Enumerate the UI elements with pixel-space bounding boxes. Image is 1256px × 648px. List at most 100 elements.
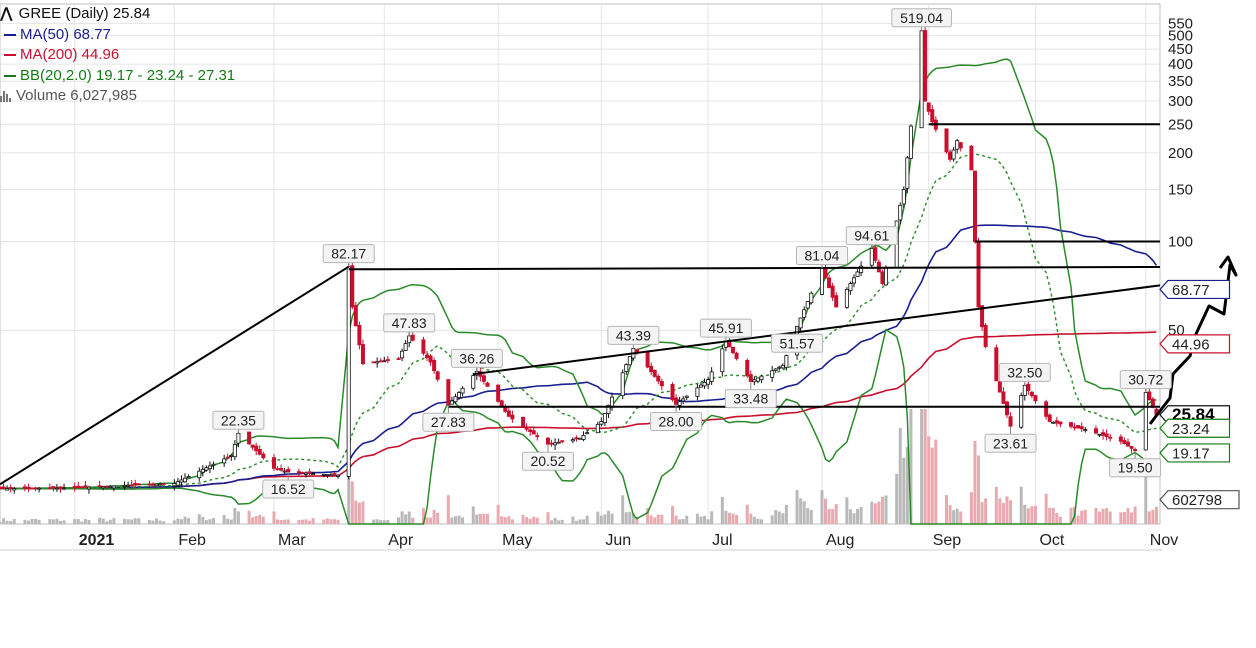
volume-bar: [432, 509, 436, 524]
volume-bar: [703, 515, 707, 524]
candle-body: [1033, 395, 1038, 402]
candle-body: [346, 266, 351, 477]
x-tick-label: Jul: [712, 532, 732, 549]
annotation-label: 45.91: [708, 320, 743, 336]
volume-bar: [0, 521, 2, 524]
candle-body: [72, 486, 77, 489]
volume-bar: [955, 508, 959, 524]
volume-bar: [945, 495, 949, 524]
volume-bar: [1033, 505, 1037, 524]
candle-body: [1022, 384, 1027, 396]
volume-bar: [877, 501, 881, 524]
annotation-label: 23.61: [993, 435, 1028, 451]
candle-body: [12, 488, 17, 491]
volume-bar: [1154, 506, 1158, 524]
volume-bar: [923, 409, 927, 524]
volume-bar: [752, 516, 756, 524]
candle-body: [179, 479, 184, 483]
annotation-label: 30.72: [1128, 372, 1163, 388]
candle-body: [449, 400, 454, 405]
volume-bar: [500, 516, 504, 524]
candle-body: [1143, 392, 1148, 451]
volume-bar: [1058, 516, 1062, 524]
volume-bar: [724, 510, 728, 524]
volume-bar: [934, 439, 938, 524]
candle-body: [311, 473, 316, 476]
volume-bar: [1001, 503, 1005, 524]
stockchart-logo-icon: ⋀: [0, 5, 13, 22]
volume-bar: [51, 519, 55, 524]
legend-ma200-label: MA(200) 44.96: [20, 46, 120, 63]
candle-body: [731, 346, 736, 354]
candle-body: [1072, 426, 1077, 429]
candle-body: [848, 283, 853, 292]
candle-body: [585, 432, 590, 435]
volume-bar: [311, 518, 315, 524]
candle-body: [1054, 420, 1059, 424]
candle-body: [994, 347, 999, 382]
volume-bar: [809, 510, 813, 524]
candle-body: [1093, 428, 1098, 434]
candle-body: [827, 277, 832, 289]
candle-body: [279, 468, 284, 471]
candle-body: [521, 416, 526, 427]
volume-bar: [336, 519, 340, 524]
volume-bar: [745, 504, 749, 524]
volume-bar: [407, 511, 411, 524]
candle-body: [33, 487, 38, 490]
y-tick-label: 300: [1168, 93, 1193, 110]
candle-body: [901, 189, 906, 205]
volume-bar: [831, 509, 835, 524]
volume-bar: [727, 512, 731, 524]
legend-volume: Volume 6,027,985: [0, 86, 235, 107]
volume-bar: [300, 519, 304, 524]
volume-bar: [994, 486, 998, 524]
candle-body: [869, 248, 874, 266]
candle-body: [186, 476, 191, 479]
candle-body: [1125, 441, 1130, 447]
candle-body: [1004, 401, 1009, 416]
volume-bar: [582, 519, 586, 524]
candle-body: [300, 471, 305, 474]
candle-body: [944, 128, 949, 153]
volume-bar: [930, 447, 934, 524]
candle-body: [471, 375, 476, 389]
volume-bar: [272, 511, 276, 524]
volume-bar: [610, 513, 614, 524]
candle-body: [26, 486, 31, 489]
volume-bar: [681, 518, 685, 524]
y-tick-label: 100: [1168, 234, 1193, 251]
candle-body: [147, 483, 152, 486]
volume-bar: [34, 518, 38, 524]
tag-label: 44.96: [1172, 336, 1210, 353]
candle-body: [898, 204, 903, 221]
y-tick-label: 400: [1168, 56, 1193, 73]
candle-body: [58, 486, 63, 489]
y-tick-label: 200: [1168, 145, 1193, 162]
annotation-label: 47.83: [392, 315, 427, 331]
candle-body: [972, 170, 977, 242]
volume-bar: [201, 516, 205, 524]
volume-bar: [628, 511, 632, 524]
volume-bar: [461, 517, 465, 524]
candle-body: [271, 457, 276, 469]
annotation-label: 19.50: [1118, 460, 1153, 476]
volume-bar: [977, 455, 981, 524]
candle-body: [908, 125, 913, 159]
volume-bar: [777, 511, 781, 524]
candle-body: [1129, 446, 1134, 449]
volume-bar: [656, 514, 660, 524]
volume-bar: [304, 519, 308, 524]
candle-body: [332, 473, 337, 476]
tag-label: 23.24: [1172, 421, 1210, 438]
volume-bar: [133, 518, 137, 524]
volume-bar: [332, 519, 336, 524]
volume-bar: [485, 513, 489, 524]
volume-bar: [973, 440, 977, 524]
volume-bar: [820, 490, 824, 524]
volume-bar: [1126, 508, 1130, 524]
candle-body: [702, 381, 707, 387]
volume-bar: [720, 496, 724, 524]
candle-body: [1019, 395, 1024, 428]
volume-bar: [23, 519, 27, 524]
